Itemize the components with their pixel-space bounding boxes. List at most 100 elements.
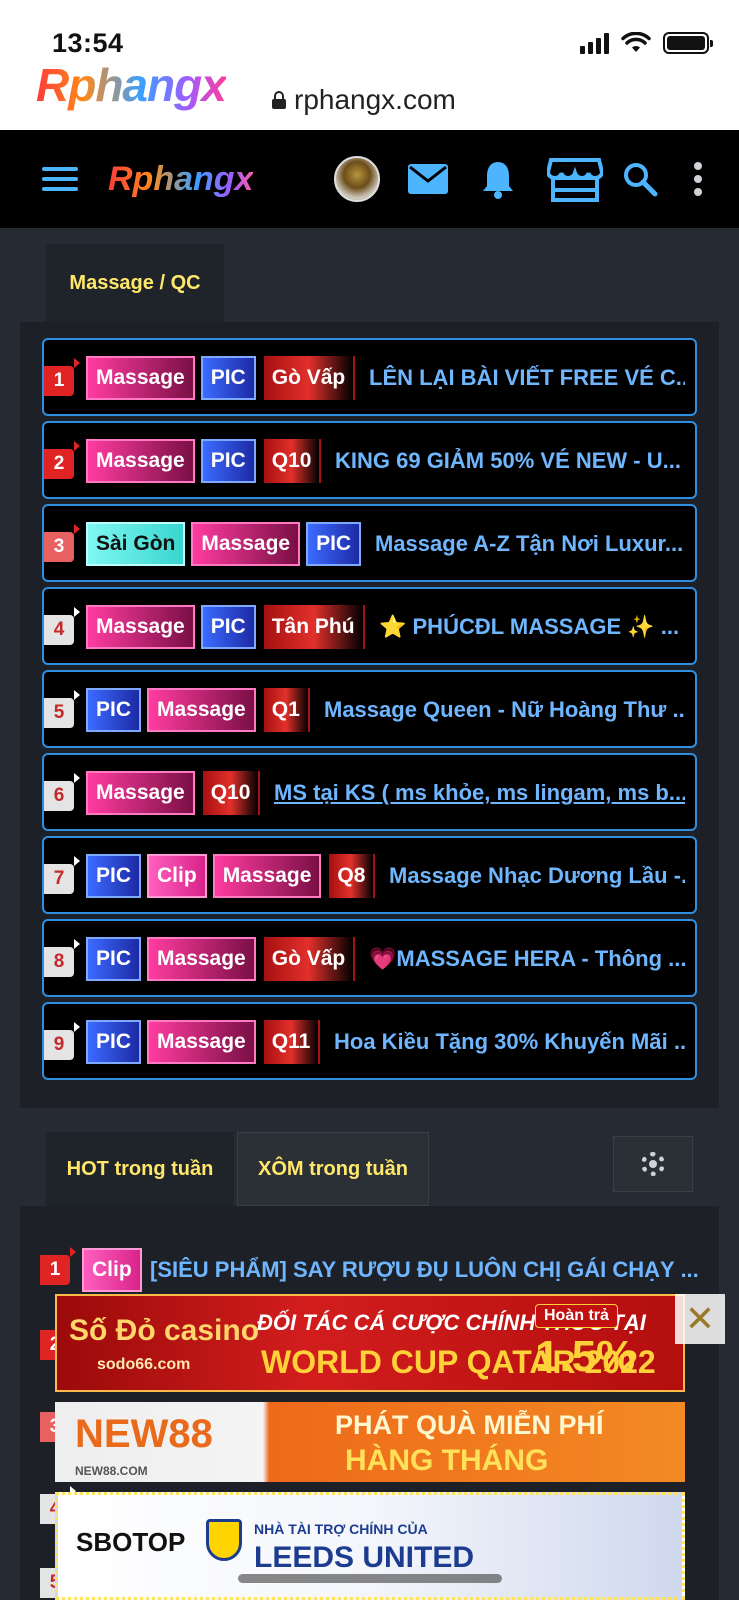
ad-banner-sbotop[interactable]: SBOTOP NHÀ TÀI TRỢ CHÍNH CỦA LEEDS UNITE…	[55, 1492, 685, 1600]
thread-row[interactable]: 4 Massage PIC Tân Phú ⭐ PHÚCĐL MASSAGE ✨ ...	[42, 587, 697, 665]
prefix-tag[interactable]: PIC	[306, 522, 362, 566]
thread-title[interactable]: Massage A-Z Tận Nơi Luxur...	[375, 522, 685, 566]
site-logo: Rphangx	[36, 59, 227, 111]
settings-button[interactable]	[613, 1136, 693, 1192]
thread-row[interactable]: 2 Massage PIC Q10 KING 69 GIẢM 50% VÉ NEW - …	[42, 421, 697, 499]
menu-icon[interactable]	[40, 130, 80, 228]
prefix-tag[interactable]: Massage	[191, 522, 301, 566]
thread-row[interactable]: 6 Massage Q10 MS tại KS ( ms khỏe, ms linga…	[42, 753, 697, 831]
ad-line1: NHÀ TÀI TRỢ CHÍNH CỦA	[254, 1521, 428, 1537]
prefix-tag[interactable]: Gò Vấp	[261, 356, 356, 400]
prefix-tag[interactable]: PIC	[86, 854, 142, 898]
prefix-tag[interactable]: Massage	[86, 439, 195, 483]
tag-list: PIC Massage Q1	[86, 688, 310, 732]
prefix-tag[interactable]: Q1	[261, 688, 310, 732]
thread-row[interactable]: 3 Sài Gòn Massage PIC Massage A-Z Tận Nơi Lu…	[42, 504, 697, 582]
ad-banner-sodo[interactable]: Số Đỏ casino sodo66.com ĐỐI TÁC CÁ CƯỢC …	[55, 1294, 685, 1392]
prefix-tag[interactable]: Clip	[147, 854, 207, 898]
mail-icon[interactable]	[406, 130, 450, 228]
prefix-tag[interactable]: Q10	[200, 771, 261, 815]
hot-row-1[interactable]: 1 Clip [SIÊU PHẨM] SAY RƯỢU ĐỤ LUÔN CHỊ …	[40, 1244, 700, 1294]
tab-xom-week[interactable]: XÔM trong tuần	[237, 1132, 429, 1206]
prefix-tag[interactable]: PIC	[200, 439, 256, 483]
ad-line1: PHÁT QUÀ MIỄN PHÍ	[335, 1410, 604, 1440]
prefix-tag[interactable]: PIC	[200, 605, 256, 649]
rank-badge: 9	[44, 1022, 80, 1060]
thread-row[interactable]: 1 Massage PIC Gò Vấp LÊN LẠI BÀI VIẾT FREE V…	[42, 338, 697, 416]
ad-banner-new88[interactable]: NEW88 NEW88.COM PHÁT QUÀ MIỄN PHÍ HÀNG T…	[55, 1402, 685, 1482]
prefix-tag[interactable]: Massage	[86, 356, 195, 400]
nav-logo[interactable]: Rphangx	[108, 130, 288, 228]
prefix-tag[interactable]: PIC	[86, 937, 142, 981]
tag-list: Massage PIC Q10	[86, 439, 322, 483]
prefix-tag[interactable]: Tân Phú	[261, 605, 365, 649]
rank-badge: 4	[44, 607, 80, 645]
ad-domain: sodo66.com	[97, 1356, 191, 1373]
tag-list: Massage PIC Tân Phú	[86, 605, 365, 649]
rank-badge: 8	[44, 939, 80, 977]
prefix-tag[interactable]: Massage	[212, 854, 322, 898]
prefix-tag[interactable]: PIC	[86, 688, 142, 732]
prefix-tag[interactable]: Massage	[86, 605, 195, 649]
rank-badge: 2	[44, 441, 80, 479]
rank-badge: 1	[44, 358, 80, 396]
rank-badge: 6	[44, 773, 80, 811]
thread-title[interactable]: [SIÊU PHẨM] SAY RƯỢU ĐỤ LUÔN CHỊ GÁI CHẠ…	[150, 1248, 698, 1292]
signal-icon	[580, 32, 609, 54]
gear-icon	[641, 1152, 665, 1176]
ad-badge: Hoàn trả	[535, 1304, 618, 1328]
tag-clip[interactable]: Clip	[82, 1248, 142, 1292]
thread-row[interactable]: 9 PIC Massage Q11 Hoa Kiều Tặng 30% Khuyến M…	[42, 1002, 697, 1080]
bell-icon[interactable]	[478, 130, 518, 228]
tag-list: PIC Massage Q11	[86, 1020, 321, 1064]
wifi-icon	[621, 32, 651, 52]
prefix-tag[interactable]: PIC	[200, 356, 256, 400]
status-time: 13:54	[52, 28, 124, 58]
thread-title[interactable]: Massage Nhạc Dương Lầu -...	[389, 854, 685, 898]
tag-list: PIC Massage Gò Vấp	[86, 937, 356, 981]
ad-brand: SBOTOP	[76, 1527, 186, 1557]
address-bar[interactable]: rphangx.com	[272, 84, 456, 116]
ad-domain: NEW88.COM	[75, 1464, 148, 1478]
home-indicator	[238, 1574, 502, 1583]
thread-title[interactable]: KING 69 GIẢM 50% VÉ NEW - U...	[335, 439, 685, 483]
rank-badge: 1	[40, 1247, 76, 1285]
thread-title[interactable]: LÊN LẠI BÀI VIẾT FREE VÉ C...	[369, 356, 685, 400]
rank-badge: 7	[44, 856, 80, 894]
shield-icon	[206, 1519, 242, 1561]
rank-badge: 5	[44, 690, 80, 728]
system-icons	[580, 32, 713, 54]
prefix-tag[interactable]: Q11	[261, 1020, 321, 1064]
site-navbar: Rphangx	[0, 130, 739, 228]
thread-title[interactable]: Massage Queen - Nữ Hoàng Thư ...	[324, 688, 685, 732]
tag-list: Sài Gòn Massage PIC	[86, 522, 362, 566]
tab-massage-qc[interactable]: Massage / QC	[46, 244, 224, 322]
thread-title[interactable]: MS tại KS ( ms khỏe, ms lingam, ms b...	[274, 771, 685, 815]
prefix-tag[interactable]: Gò Vấp	[261, 937, 356, 981]
thread-row[interactable]: 5 PIC Massage Q1 Massage Queen - Nữ Hoàng Th…	[42, 670, 697, 748]
prefix-tag[interactable]: Sài Gòn	[86, 522, 186, 566]
close-ad-button[interactable]: ✕	[675, 1294, 725, 1344]
ad-line2: LEEDS UNITED	[254, 1541, 475, 1574]
thread-row[interactable]: 8 PIC Massage Gò Vấp 💗MASSAGE HERA - Thông .…	[42, 919, 697, 997]
tag-list: Massage PIC Gò Vấp	[86, 356, 356, 400]
prefix-tag[interactable]: Massage	[147, 937, 256, 981]
thread-title[interactable]: Hoa Kiều Tặng 30% Khuyến Mãi ...	[334, 1020, 685, 1064]
prefix-tag[interactable]: Massage	[147, 1020, 256, 1064]
search-icon[interactable]	[620, 130, 660, 228]
avatar[interactable]	[332, 130, 382, 228]
thread-row[interactable]: 7 PIC Clip Massage Q8 Massage Nhạc Dương Lầu …	[42, 836, 697, 914]
prefix-tag[interactable]: Massage	[86, 771, 195, 815]
prefix-tag[interactable]: Q10	[261, 439, 322, 483]
ad-brand: Số Đỏ casino	[69, 1314, 260, 1347]
more-icon[interactable]	[686, 130, 710, 228]
prefix-tag[interactable]: Massage	[147, 688, 256, 732]
thread-title[interactable]: ⭐ PHÚCĐL MASSAGE ✨ ...	[379, 605, 685, 649]
prefix-tag[interactable]: PIC	[86, 1020, 142, 1064]
lock-icon	[272, 91, 286, 109]
prefix-tag[interactable]: Q8	[327, 854, 376, 898]
url-text: rphangx.com	[294, 84, 456, 115]
tab-hot-week[interactable]: HOT trong tuần	[46, 1132, 234, 1206]
store-icon[interactable]	[546, 130, 604, 228]
thread-title[interactable]: 💗MASSAGE HERA - Thông ...	[369, 937, 685, 981]
